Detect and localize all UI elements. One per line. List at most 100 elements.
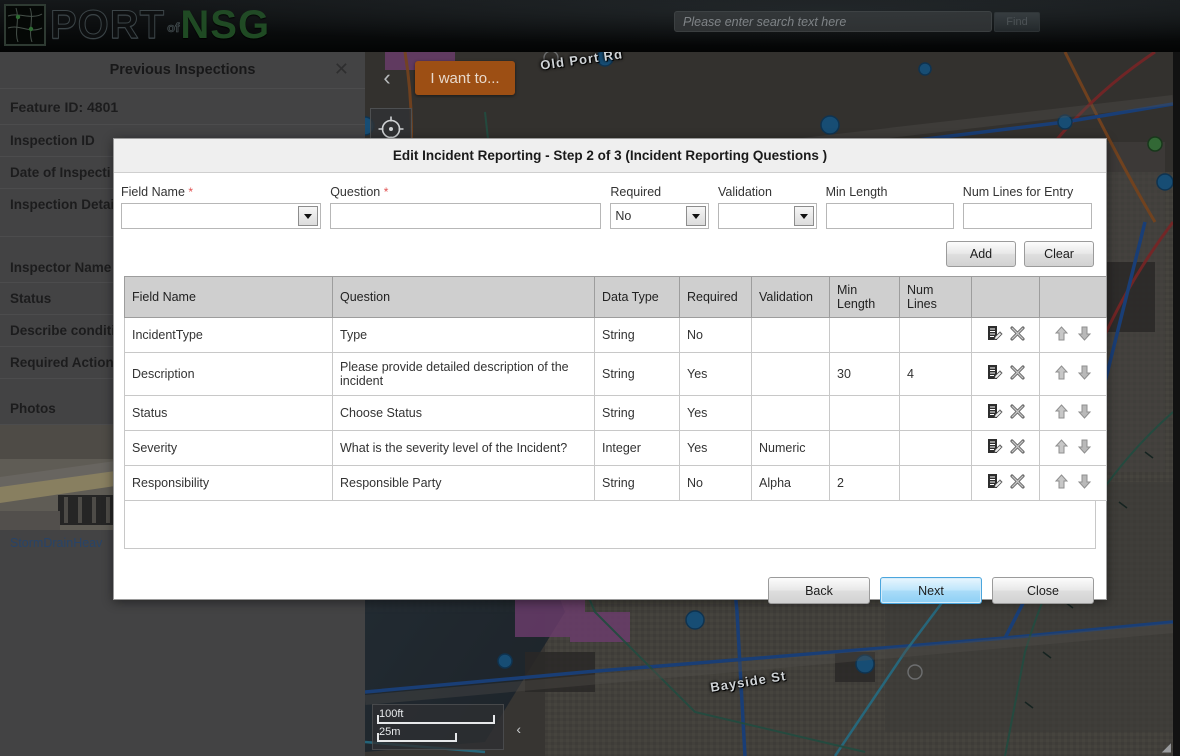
- find-button[interactable]: Find: [994, 11, 1040, 32]
- table-row[interactable]: IncidentType Type String No: [124, 317, 1107, 353]
- logo-port-text: PORT: [49, 3, 166, 47]
- cell-validation: [751, 317, 830, 353]
- chevron-down-icon[interactable]: [685, 206, 706, 226]
- cell-min-length: [829, 430, 900, 466]
- cell-num-lines: [899, 465, 972, 501]
- cell-validation: Numeric: [751, 430, 830, 466]
- required-marker: *: [188, 185, 194, 199]
- next-button[interactable]: Next: [880, 577, 982, 604]
- map-grid-icon: [4, 4, 46, 46]
- panel-collapse-chevron-icon[interactable]: ‹: [373, 61, 401, 95]
- cell-row-order-actions: [1039, 430, 1107, 466]
- field-name-select[interactable]: [121, 203, 322, 229]
- i-want-to-button[interactable]: I want to...: [415, 61, 515, 95]
- app-banner: PORT of NSG Find: [0, 0, 1180, 52]
- table-row[interactable]: Status Choose Status String Yes: [124, 395, 1107, 431]
- move-down-icon[interactable]: [1076, 403, 1093, 423]
- cell-field-name: Status: [124, 395, 333, 431]
- question-entry-form: Field Name * Question * Required No Vali…: [119, 183, 1101, 229]
- cell-row-edit-actions: [971, 317, 1040, 353]
- panel-header: Previous Inspections ✕: [0, 52, 365, 89]
- table-row[interactable]: Responsibility Responsible Party String No A…: [124, 465, 1107, 501]
- column-header-validation[interactable]: Validation: [751, 276, 830, 318]
- cell-min-length: [829, 317, 900, 353]
- cell-row-edit-actions: [971, 465, 1040, 501]
- chevron-down-icon[interactable]: [298, 206, 319, 226]
- move-down-icon[interactable]: [1076, 364, 1093, 384]
- cell-row-order-actions: [1039, 395, 1107, 431]
- move-down-icon[interactable]: [1076, 325, 1093, 345]
- search-input[interactable]: [674, 11, 992, 32]
- num-lines-input[interactable]: [962, 203, 1092, 229]
- min-length-input[interactable]: [825, 203, 954, 229]
- dialog-body: Field Name * Question * Required No Vali…: [114, 173, 1107, 604]
- validation-group: Validation: [717, 185, 817, 229]
- delete-row-icon[interactable]: [1009, 403, 1026, 423]
- edit-row-icon[interactable]: [986, 473, 1003, 493]
- edit-row-icon[interactable]: [986, 438, 1003, 458]
- move-down-icon[interactable]: [1076, 438, 1093, 458]
- dialog-header: Edit Incident Reporting - Step 2 of 3 (I…: [114, 139, 1106, 173]
- column-header-required[interactable]: Required: [679, 276, 752, 318]
- close-button[interactable]: Close: [992, 577, 1094, 604]
- table-row[interactable]: Description Please provide detailed descr…: [124, 352, 1107, 396]
- resize-handle-icon[interactable]: ◢: [1162, 740, 1171, 754]
- app-logo[interactable]: PORT of NSG: [4, 0, 270, 50]
- question-input[interactable]: [330, 203, 602, 229]
- delete-row-icon[interactable]: [1009, 438, 1026, 458]
- column-header-min-length[interactable]: Min Length: [829, 276, 900, 318]
- chevron-left-icon[interactable]: ‹: [516, 721, 521, 737]
- search-area: Find: [674, 11, 1040, 32]
- cell-row-order-actions: [1039, 465, 1107, 501]
- dialog-footer: Back Next Close: [119, 549, 1101, 604]
- questions-table: Field Name Question Data Type Required V…: [124, 276, 1107, 501]
- cell-question: What is the severity level of the Incide…: [332, 430, 595, 466]
- cell-data-type: String: [594, 395, 680, 431]
- cell-min-length: 30: [829, 352, 900, 396]
- add-button[interactable]: Add: [946, 241, 1016, 267]
- cell-required: Yes: [679, 395, 752, 431]
- back-button[interactable]: Back: [768, 577, 870, 604]
- required-label: Required: [610, 185, 662, 199]
- column-header-question[interactable]: Question: [332, 276, 595, 318]
- delete-row-icon[interactable]: [1009, 473, 1026, 493]
- move-up-icon[interactable]: [1053, 438, 1070, 458]
- column-header-row-order-actions: [1039, 276, 1107, 318]
- logo-of-text: of: [167, 19, 180, 35]
- column-header-field-name[interactable]: Field Name: [124, 276, 333, 318]
- delete-row-icon[interactable]: [1009, 364, 1026, 384]
- column-header-num-lines[interactable]: Num Lines: [899, 276, 972, 318]
- validation-label: Validation: [717, 185, 772, 199]
- validation-select[interactable]: [717, 203, 817, 229]
- cell-row-order-actions: [1039, 317, 1107, 353]
- close-icon[interactable]: ✕: [334, 60, 349, 78]
- map-scale-bar: 100ft 25m ‹: [372, 704, 521, 750]
- question-group: Question *: [330, 185, 602, 229]
- cell-row-order-actions: [1039, 352, 1107, 396]
- cell-data-type: String: [594, 465, 680, 501]
- cell-field-name: IncidentType: [124, 317, 333, 353]
- panel-title: Previous Inspections: [109, 62, 256, 78]
- delete-row-icon[interactable]: [1009, 325, 1026, 345]
- move-up-icon[interactable]: [1053, 473, 1070, 493]
- edit-row-icon[interactable]: [986, 403, 1003, 423]
- move-up-icon[interactable]: [1053, 325, 1070, 345]
- move-down-icon[interactable]: [1076, 473, 1093, 493]
- cell-question: Please provide detailed description of t…: [332, 352, 595, 396]
- clear-button[interactable]: Clear: [1024, 241, 1094, 267]
- logo-nsg-text: NSG: [180, 3, 271, 47]
- edit-row-icon[interactable]: [986, 364, 1003, 384]
- field-name-group: Field Name *: [121, 185, 322, 229]
- field-name-label: Field Name *: [121, 185, 194, 199]
- cell-num-lines: [899, 317, 972, 353]
- move-up-icon[interactable]: [1053, 403, 1070, 423]
- chevron-down-icon[interactable]: [793, 206, 814, 226]
- column-header-data-type[interactable]: Data Type: [594, 276, 680, 318]
- cell-required: No: [679, 317, 752, 353]
- table-row[interactable]: Severity What is the severity level of th…: [124, 430, 1107, 466]
- move-up-icon[interactable]: [1053, 364, 1070, 384]
- min-length-group: Min Length: [825, 185, 954, 229]
- edit-row-icon[interactable]: [986, 325, 1003, 345]
- required-select[interactable]: No: [610, 203, 709, 229]
- cell-validation: Alpha: [751, 465, 830, 501]
